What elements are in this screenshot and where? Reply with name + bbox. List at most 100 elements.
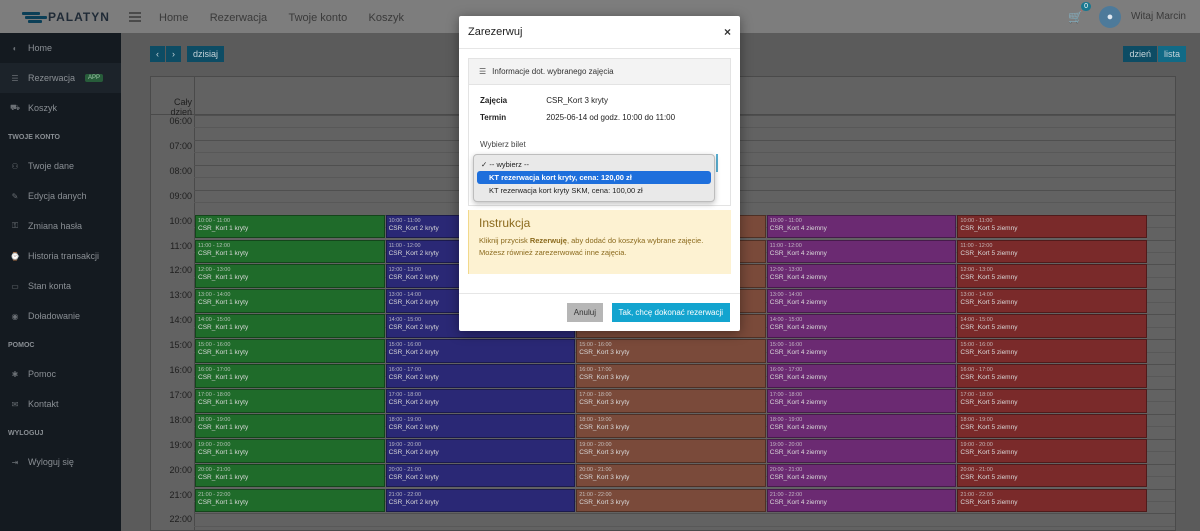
- calendar-event[interactable]: 18:00 - 19:00 CSR_Kort 4 ziemny: [766, 413, 957, 438]
- event-time: 16:00 - 17:00: [769, 367, 803, 373]
- calendar-event[interactable]: 21:00 - 22:00 CSR_Kort 1 kryty: [195, 488, 385, 513]
- topnav-koszyk[interactable]: Koszyk: [369, 12, 404, 24]
- calendar-event[interactable]: 15:00 - 16:00 CSR_Kort 3 kryty: [576, 339, 766, 363]
- calendar-event[interactable]: 19:00 - 20:00 CSR_Kort 5 ziemny: [957, 438, 1147, 463]
- list-icon: ☰: [11, 73, 19, 83]
- event-time: 11:00 - 12:00: [769, 242, 802, 249]
- sidebar-item-doladowanie[interactable]: ◉ Doładowanie: [0, 301, 121, 331]
- calendar-event[interactable]: 14:00 - 15:00 CSR_Kort 1 kryty: [195, 314, 385, 339]
- calendar-event[interactable]: 16:00 - 17:00 CSR_Kort 4 ziemny: [766, 364, 957, 388]
- calendar-event[interactable]: 17:00 - 18:00 CSR_Kort 2 kryty: [385, 388, 576, 413]
- instructions-title: Instrukcja: [479, 216, 531, 230]
- calendar-event[interactable]: 10:00 - 11:00 CSR_Kort 5 ziemny: [957, 214, 1147, 239]
- brand-logo[interactable]: PALATYN: [0, 10, 121, 24]
- calendar-event[interactable]: 13:00 - 14:00 CSR_Kort 5 ziemny: [957, 289, 1147, 314]
- calendar-event[interactable]: 19:00 - 20:00 CSR_Kort 4 ziemny: [766, 438, 957, 463]
- calendar-event[interactable]: 14:00 - 15:00 CSR_Kort 4 ziemny: [766, 314, 957, 339]
- sidebar-item-zmiana-hasla[interactable]: ⚿ Zmiana hasła: [0, 211, 121, 241]
- calendar-event[interactable]: 17:00 - 18:00 CSR_Kort 5 ziemny: [957, 388, 1147, 413]
- calendar-event[interactable]: 10:00 - 11:00 CSR_Kort 1 kryty: [195, 214, 385, 239]
- sidebar-item-home[interactable]: ◐ Home: [0, 33, 121, 63]
- calendar-event[interactable]: 15:00 - 16:00 CSR_Kort 5 ziemny: [957, 339, 1147, 363]
- calendar-event[interactable]: 16:00 - 17:00 CSR_Kort 1 kryty: [195, 364, 385, 388]
- sidebar-item-koszyk[interactable]: ⛟ Koszyk: [0, 93, 121, 123]
- calendar-event[interactable]: 20:00 - 21:00 CSR_Kort 2 kryty: [385, 463, 576, 488]
- event-time: 19:00 - 20:00: [579, 441, 612, 448]
- calendar-event[interactable]: 18:00 - 19:00 CSR_Kort 3 kryty: [576, 413, 766, 438]
- view-list-button[interactable]: lista: [1157, 46, 1186, 62]
- sidebar-item-twoje-dane[interactable]: ⚇ Twoje dane: [0, 151, 121, 181]
- calendar-event[interactable]: 15:00 - 16:00 CSR_Kort 1 kryty: [195, 339, 385, 363]
- calendar-event[interactable]: 16:00 - 17:00 CSR_Kort 2 kryty: [385, 364, 576, 388]
- calendar-event[interactable]: 18:00 - 19:00 CSR_Kort 1 kryty: [195, 413, 385, 438]
- event-court-name: CSR_Kort 1 kryty: [198, 249, 249, 257]
- event-time: 16:00 - 17:00: [198, 367, 231, 373]
- event-court-name: CSR_Kort 3 kryty: [579, 349, 630, 357]
- avatar[interactable]: ●: [1098, 5, 1121, 28]
- calendar-event[interactable]: 19:00 - 20:00 CSR_Kort 1 kryty: [195, 438, 385, 463]
- calendar-event[interactable]: 12:00 - 13:00 CSR_Kort 1 kryty: [195, 264, 385, 289]
- calendar-event[interactable]: 12:00 - 13:00 CSR_Kort 4 ziemny: [766, 264, 957, 289]
- calendar-event[interactable]: 13:00 - 14:00 CSR_Kort 4 ziemny: [766, 289, 957, 314]
- next-button[interactable]: ›: [166, 46, 181, 62]
- calendar-event[interactable]: 21:00 - 22:00 CSR_Kort 5 ziemny: [957, 488, 1147, 513]
- calendar-event[interactable]: 11:00 - 12:00 CSR_Kort 5 ziemny: [957, 239, 1147, 264]
- event-court-name: CSR_Kort 3 kryty: [579, 473, 630, 481]
- calendar-event[interactable]: 17:00 - 18:00 CSR_Kort 3 kryty: [576, 388, 766, 413]
- close-icon[interactable]: ×: [724, 25, 731, 39]
- calendar-event[interactable]: 19:00 - 20:00 CSR_Kort 2 kryty: [385, 438, 576, 463]
- calendar-event[interactable]: 18:00 - 19:00 CSR_Kort 5 ziemny: [957, 413, 1147, 438]
- calendar-event[interactable]: 10:00 - 11:00 CSR_Kort 4 ziemny: [766, 214, 957, 239]
- event-time: 17:00 - 18:00: [579, 391, 612, 398]
- ticket-option-placeholder[interactable]: ✓ -- wybierz --: [477, 158, 711, 171]
- sidebar-item-pomoc[interactable]: ✱ Pomoc: [0, 359, 121, 389]
- calendar-event[interactable]: 13:00 - 14:00 CSR_Kort 1 kryty: [195, 289, 385, 314]
- ticket-option-standard[interactable]: KT rezerwacja kort kryty, cena: 120,00 z…: [477, 171, 711, 184]
- calendar-event[interactable]: 20:00 - 21:00 CSR_Kort 4 ziemny: [766, 463, 957, 488]
- sidebar-item-historia[interactable]: ⌚ Historia transakcji: [0, 241, 121, 271]
- event-time: 15:00 - 16:00: [388, 342, 422, 349]
- view-day-button[interactable]: dzień: [1123, 46, 1157, 62]
- confirm-button[interactable]: Tak, chcę dokonać rezerwacji: [611, 303, 730, 322]
- calendar-event[interactable]: 20:00 - 21:00 CSR_Kort 5 ziemny: [957, 463, 1147, 488]
- calendar-event[interactable]: 17:00 - 18:00 CSR_Kort 4 ziemny: [766, 388, 957, 413]
- cancel-button[interactable]: Anuluj: [566, 303, 603, 322]
- hour-label: 19:00: [169, 439, 192, 450]
- calendar-event[interactable]: 15:00 - 16:00 CSR_Kort 4 ziemny: [766, 339, 957, 363]
- event-time: 19:00 - 20:00: [769, 441, 803, 448]
- username[interactable]: Witaj Marcin: [1131, 11, 1186, 22]
- calendar-event[interactable]: 11:00 - 12:00 CSR_Kort 4 ziemny: [766, 239, 957, 264]
- sidebar-item-kontakt[interactable]: ✉ Kontakt: [0, 389, 121, 419]
- calendar-event[interactable]: 19:00 - 20:00 CSR_Kort 3 kryty: [576, 438, 766, 463]
- event-time: 14:00 - 15:00: [769, 317, 803, 324]
- topnav-twoje-konto[interactable]: Twoje konto: [289, 12, 348, 24]
- calendar-event[interactable]: 14:00 - 15:00 CSR_Kort 5 ziemny: [957, 314, 1147, 339]
- calendar-event[interactable]: 21:00 - 22:00 CSR_Kort 4 ziemny: [766, 488, 957, 513]
- ticket-option-skm[interactable]: KT rezerwacja kort kryty SKM, cena: 100,…: [477, 184, 711, 197]
- calendar-event[interactable]: 21:00 - 22:00 CSR_Kort 2 kryty: [385, 488, 576, 513]
- calendar-event[interactable]: 12:00 - 13:00 CSR_Kort 5 ziemny: [957, 264, 1147, 289]
- hour-label: 18:00: [169, 414, 192, 425]
- sidebar-item-label: Twoje dane: [28, 161, 75, 171]
- calendar-event[interactable]: 16:00 - 17:00 CSR_Kort 3 kryty: [576, 364, 766, 388]
- sidebar-item-rezerwacja[interactable]: ☰ Rezerwacja APP: [0, 63, 121, 93]
- sidebar-item-wyloguj[interactable]: ⇥ Wyloguj się: [0, 447, 121, 477]
- prev-button[interactable]: ‹: [150, 46, 165, 62]
- calendar-event[interactable]: 17:00 - 18:00 CSR_Kort 1 kryty: [195, 388, 385, 413]
- option-label: -- wybierz --: [489, 160, 529, 169]
- calendar-event[interactable]: 16:00 - 17:00 CSR_Kort 5 ziemny: [957, 364, 1147, 388]
- calendar-event[interactable]: 11:00 - 12:00 CSR_Kort 1 kryty: [195, 239, 385, 264]
- sidebar-item-edycja-danych[interactable]: ✎ Edycja danych: [0, 181, 121, 211]
- topnav-rezerwacja[interactable]: Rezerwacja: [210, 12, 267, 24]
- cart-icon[interactable]: 🛒 0: [1068, 1, 1091, 24]
- calendar-event[interactable]: 20:00 - 21:00 CSR_Kort 1 kryty: [195, 463, 385, 488]
- calendar-event[interactable]: 21:00 - 22:00 CSR_Kort 3 kryty: [576, 488, 766, 513]
- calendar-event[interactable]: 15:00 - 16:00 CSR_Kort 2 kryty: [385, 339, 576, 363]
- menu-toggle-icon[interactable]: [129, 11, 141, 22]
- topnav-home[interactable]: Home: [159, 12, 188, 24]
- calendar-event[interactable]: 18:00 - 19:00 CSR_Kort 2 kryty: [385, 413, 576, 438]
- today-button[interactable]: dzisiaj: [187, 46, 225, 62]
- calendar-event[interactable]: 20:00 - 21:00 CSR_Kort 3 kryty: [576, 463, 766, 488]
- sidebar-item-stan-konta[interactable]: ▭ Stan konta: [0, 271, 121, 301]
- event-time: 17:00 - 18:00: [769, 391, 803, 398]
